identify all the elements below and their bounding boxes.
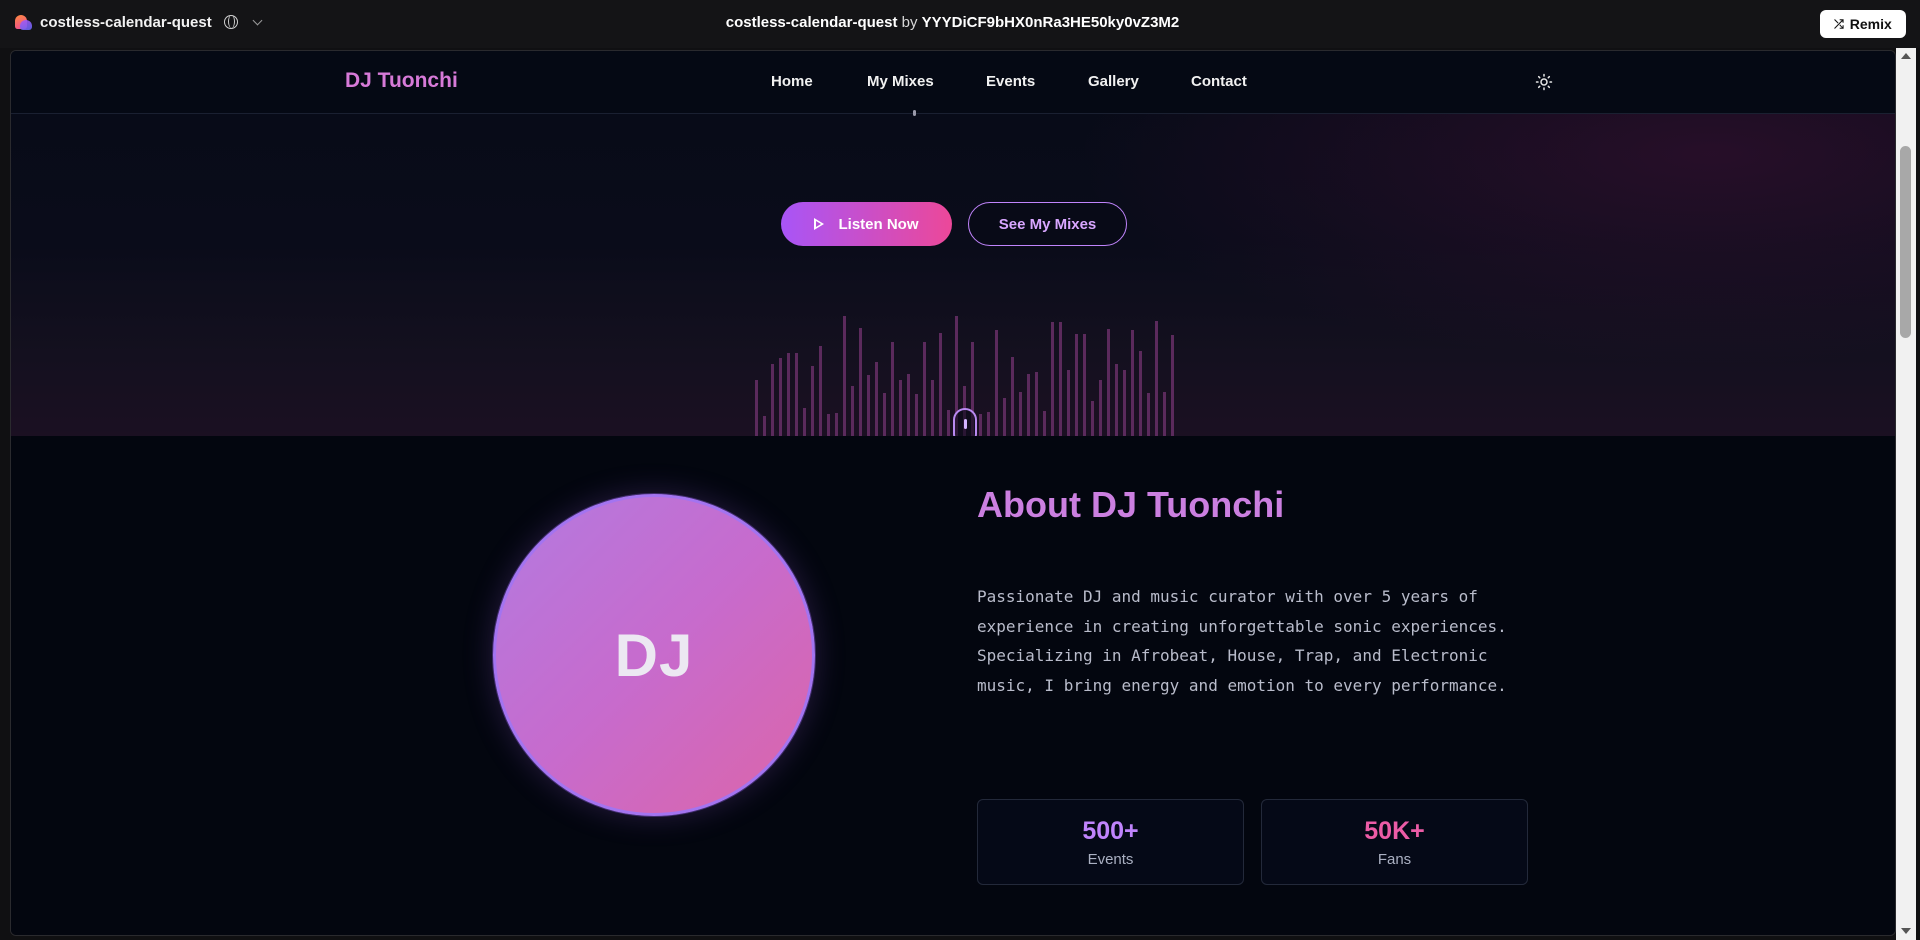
stat-card-fans: 50K+ Fans [1261, 799, 1528, 885]
equalizer-bar [851, 386, 854, 436]
scrollbar-thumb[interactable] [1900, 146, 1911, 338]
equalizer-bar [771, 364, 774, 436]
stat-label: Fans [1377, 851, 1412, 868]
equalizer-bar [795, 353, 798, 436]
avatar-initials: DJ [614, 621, 694, 689]
equalizer-bar [907, 374, 910, 436]
equalizer-bar [947, 410, 950, 436]
equalizer-bar [1003, 398, 1006, 436]
equalizer-bar [827, 414, 830, 436]
equalizer-bar [1147, 393, 1150, 436]
nav-home[interactable]: Home [771, 73, 813, 90]
equalizer-bar [1083, 334, 1086, 436]
equalizer-bar [891, 342, 894, 436]
dj-avatar: DJ [493, 494, 815, 816]
equalizer-bar [1019, 392, 1022, 436]
equalizer-bar [1059, 322, 1062, 436]
scroll-down-arrow-icon[interactable] [1901, 928, 1911, 934]
app-top-bar: costless-calendar-quest costless-calenda… [0, 0, 1920, 48]
equalizer-bar [931, 380, 934, 436]
title-by: by [897, 14, 922, 31]
equalizer-bar [883, 393, 886, 436]
equalizer-bar [923, 342, 926, 436]
equalizer-bar [843, 316, 846, 436]
window-title: costless-calendar-quest by YYYDiCF9bHX0n… [0, 14, 1905, 31]
see-my-mixes-label: See My Mixes [998, 215, 1097, 233]
equalizer-bar [859, 328, 862, 436]
equalizer-bar [1123, 370, 1126, 436]
equalizer-bar [1067, 370, 1070, 436]
equalizer-bar [1099, 380, 1102, 436]
equalizer-bar [987, 412, 990, 436]
preview-frame: DJ Tuonchi Home My Mixes Events Gallery … [10, 50, 1896, 936]
site-navbar: DJ Tuonchi Home My Mixes Events Gallery … [11, 51, 1895, 114]
equalizer-bar [1163, 392, 1166, 436]
equalizer-bar [1011, 357, 1014, 436]
equalizer-bar [1043, 411, 1046, 436]
equalizer-bar [1035, 372, 1038, 436]
title-user: YYYDiCF9bHX0nRa3HE50ky0vZ3M2 [921, 14, 1180, 31]
page-scrollbar[interactable] [1896, 48, 1916, 940]
listen-now-label: Listen Now [838, 215, 919, 233]
sun-icon[interactable] [1535, 73, 1553, 91]
equalizer-bar [875, 362, 878, 436]
site-brand[interactable]: DJ Tuonchi [345, 69, 458, 93]
equalizer-bar [995, 330, 998, 436]
equalizer-bar [1051, 322, 1054, 436]
equalizer-bar [763, 416, 766, 436]
equalizer-bar [939, 333, 942, 436]
stat-label: Events [1087, 851, 1134, 868]
scroll-up-arrow-icon[interactable] [1901, 53, 1911, 59]
equalizer-bar [1115, 364, 1118, 436]
stat-value: 50K+ [1364, 817, 1425, 845]
listen-now-button[interactable]: Listen Now [781, 202, 952, 246]
equalizer-bar [1107, 329, 1110, 436]
equalizer-bar [819, 346, 822, 436]
title-project-name: costless-calendar-quest [725, 14, 898, 31]
equalizer-bar [779, 358, 782, 436]
nav-events[interactable]: Events [986, 73, 1035, 90]
equalizer-bar [899, 380, 902, 436]
equalizer-bar [915, 394, 918, 436]
see-my-mixes-button[interactable]: See My Mixes [968, 202, 1127, 246]
hero-subtitle-fragment [913, 110, 916, 116]
hero-section: Listen Now See My Mixes [11, 110, 1895, 446]
equalizer-bar [835, 413, 838, 436]
equalizer-bar [1131, 330, 1134, 436]
about-description: Passionate DJ and music curator with ove… [977, 587, 1507, 695]
equalizer-bar [787, 353, 790, 436]
equalizer-bar [1027, 374, 1030, 436]
shuffle-icon: ⤮ [1834, 16, 1844, 31]
equalizer-bar [1091, 401, 1094, 436]
equalizer-bar [1155, 321, 1158, 436]
stat-value: 500+ [1082, 817, 1139, 845]
stat-card-events: 500+ Events [977, 799, 1244, 885]
about-section: DJ About DJ Tuonchi Passionate DJ and mu… [11, 436, 1895, 935]
play-icon [814, 218, 825, 230]
equalizer-bar [1139, 351, 1142, 436]
equalizer-bar [1075, 334, 1078, 436]
equalizer-bar [867, 375, 870, 436]
about-title: About DJ Tuonchi [977, 484, 1285, 525]
equalizer-bar [755, 380, 758, 436]
equalizer-bar [1171, 335, 1174, 436]
remix-label: Remix [1849, 16, 1892, 32]
nav-contact[interactable]: Contact [1191, 73, 1247, 90]
remix-button[interactable]: ⤮ Remix [1820, 10, 1906, 38]
equalizer-bar [979, 414, 982, 436]
nav-gallery[interactable]: Gallery [1088, 73, 1139, 90]
nav-my-mixes[interactable]: My Mixes [867, 73, 934, 90]
equalizer-bar [811, 366, 814, 436]
equalizer-bar [803, 408, 806, 436]
